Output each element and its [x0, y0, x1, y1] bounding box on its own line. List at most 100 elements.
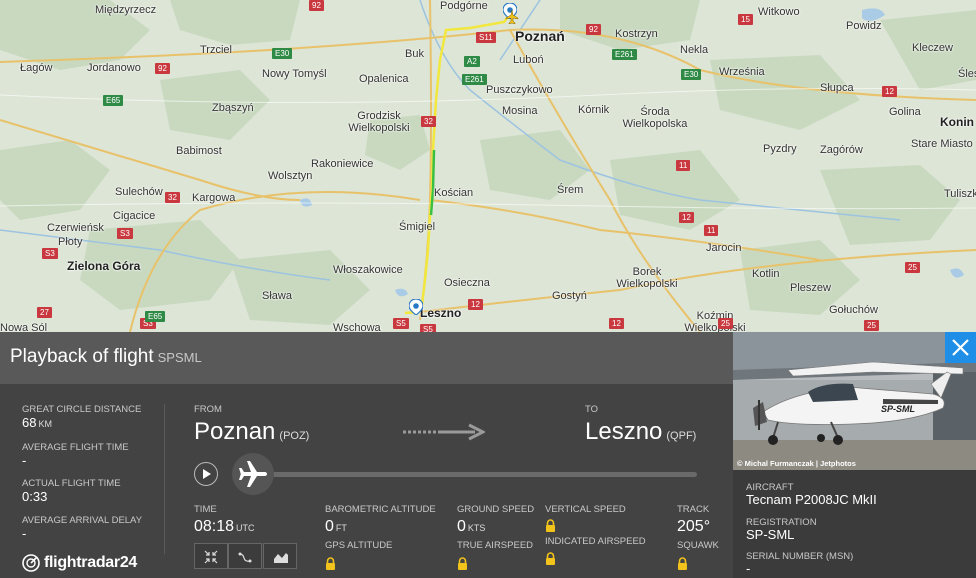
- city-label: Pleszew: [790, 282, 831, 294]
- road-badge: 11: [676, 160, 691, 171]
- to-airport[interactable]: Leszno (QPF): [585, 419, 696, 449]
- city-label: Borek Wielkopolski: [616, 266, 678, 290]
- close-button[interactable]: [945, 332, 976, 363]
- lock-icon[interactable]: [457, 557, 468, 570]
- city-label: Kotlin: [752, 268, 780, 280]
- stat-label: AVERAGE ARRIVAL DELAY: [22, 515, 143, 526]
- city-label: Wolsztyn: [268, 170, 313, 182]
- stat-label: ACTUAL FLIGHT TIME: [22, 478, 121, 489]
- city-label: Śrem: [557, 184, 584, 196]
- stat-label: AVERAGE FLIGHT TIME: [22, 442, 129, 453]
- city-label: Międzyrzecz: [95, 4, 157, 16]
- title-text: Playback of flight: [10, 346, 154, 367]
- collapse-view-button[interactable]: [194, 543, 228, 569]
- flight-map[interactable]: Podgórne Poznań Witkowo Powidz Kleczew Ś…: [0, 0, 976, 332]
- city-label: Włoszakowice: [333, 264, 403, 276]
- aircraft-photo[interactable]: SP-SML © Michal Furmanczak | Jetphotos: [733, 332, 976, 470]
- gs-unit: KTS: [467, 523, 486, 533]
- aircraft-info: AIRCRAFT Tecnam P2008JC MkII REGISTRATIO…: [733, 470, 976, 578]
- aircraft-map-icon[interactable]: [505, 10, 519, 24]
- city-label: Mosina: [502, 105, 538, 117]
- stat-value: 0:33: [22, 489, 48, 504]
- city-label: Leszno: [420, 306, 462, 320]
- city-label: Sława: [262, 290, 292, 302]
- city-label: Stare Miasto: [911, 138, 973, 150]
- graph-icon: [274, 553, 288, 563]
- time-number: 08:18: [194, 518, 235, 535]
- city-label: Buk: [405, 48, 424, 60]
- stat-value: 68 KM: [22, 415, 141, 432]
- to-city: Leszno: [585, 418, 663, 445]
- city-label: Jarocin: [706, 242, 742, 254]
- city-label: Wschowa: [333, 322, 381, 332]
- road-badge: S3: [117, 228, 133, 239]
- serial-number-value: -: [746, 561, 751, 576]
- route-view-button[interactable]: [228, 543, 262, 569]
- road-badge: S5: [393, 318, 409, 329]
- radar-logo-icon: [22, 554, 40, 572]
- city-label: Łagów: [20, 62, 53, 74]
- city-label: Golina: [889, 106, 921, 118]
- road-badge: 32: [165, 192, 180, 203]
- baro-number: 0: [325, 518, 334, 535]
- city-label: Nowy Tomyśl: [262, 68, 327, 80]
- city-label: Gostyń: [552, 290, 587, 302]
- altitude-graph-button[interactable]: [263, 543, 297, 569]
- track-value: 205°: [677, 518, 711, 535]
- from-airport[interactable]: Poznan (POZ): [194, 419, 309, 449]
- route-icon: [238, 552, 252, 563]
- road-badge: E30: [681, 69, 702, 80]
- city-label: Sulechów: [115, 186, 163, 198]
- aircraft-value[interactable]: Tecnam P2008JC MkII: [746, 492, 877, 507]
- brand-text: flightradar24: [44, 554, 138, 571]
- city-label: Pyzdry: [763, 143, 797, 155]
- destination-airport-pin[interactable]: [409, 299, 423, 315]
- city-label: Czerwieńsk: [47, 222, 104, 234]
- baro-altitude-label: BAROMETRIC ALTITUDE: [325, 504, 436, 515]
- road-badge: 25: [864, 320, 879, 331]
- track-label: TRACK: [677, 504, 710, 515]
- road-badge: A2: [464, 56, 480, 67]
- city-label: Słupca: [820, 82, 854, 94]
- lock-icon[interactable]: [325, 557, 336, 570]
- road-badge: E65: [103, 95, 124, 106]
- gs-number: 0: [457, 518, 466, 535]
- road-badge: 15: [738, 14, 753, 25]
- city-label: Gołuchów: [829, 304, 878, 316]
- stat-unit: KM: [38, 419, 52, 429]
- ground-speed-label: GROUND SPEED: [457, 504, 535, 515]
- playback-timeline[interactable]: [255, 472, 697, 477]
- road-badge: E261: [612, 49, 637, 60]
- playback-slider-handle[interactable]: [232, 453, 274, 495]
- from-code: (POZ): [279, 430, 310, 442]
- from-city: Poznan: [194, 418, 276, 445]
- divider: [164, 404, 165, 554]
- road-badge: E261: [462, 74, 487, 85]
- lock-icon[interactable]: [677, 557, 688, 570]
- city-label: Powidz: [846, 20, 882, 32]
- lock-icon[interactable]: [545, 552, 556, 565]
- city-label: Trzciel: [200, 44, 232, 56]
- stat-value: -: [22, 526, 27, 541]
- aircraft-photo-image: SP-SML: [733, 332, 976, 470]
- photo-credit[interactable]: © Michal Furmanczak | Jetphotos: [737, 459, 856, 468]
- time-value: 08:18 UTC: [194, 518, 255, 536]
- road-badge: 92: [309, 0, 324, 11]
- city-label: Grodzisk Wielkopolski: [348, 110, 410, 134]
- route-arrow-icon: [403, 423, 485, 441]
- road-badge: 32: [421, 116, 436, 127]
- road-badge: 12: [679, 212, 694, 223]
- city-label: Września: [719, 66, 765, 78]
- city-label: Kostrzyn: [615, 28, 658, 40]
- city-label: Osieczna: [444, 277, 490, 289]
- road-badge: 12: [468, 299, 483, 310]
- registration-value[interactable]: SP-SML: [746, 527, 794, 542]
- lock-icon[interactable]: [545, 519, 556, 532]
- time-unit: UTC: [236, 523, 255, 533]
- road-badge: 92: [586, 24, 601, 35]
- play-button[interactable]: [194, 462, 218, 486]
- road-badge: 27: [37, 307, 52, 318]
- gps-altitude-label: GPS ALTITUDE: [325, 540, 393, 551]
- callsign: SPSML: [157, 350, 202, 365]
- baro-unit: FT: [335, 523, 347, 533]
